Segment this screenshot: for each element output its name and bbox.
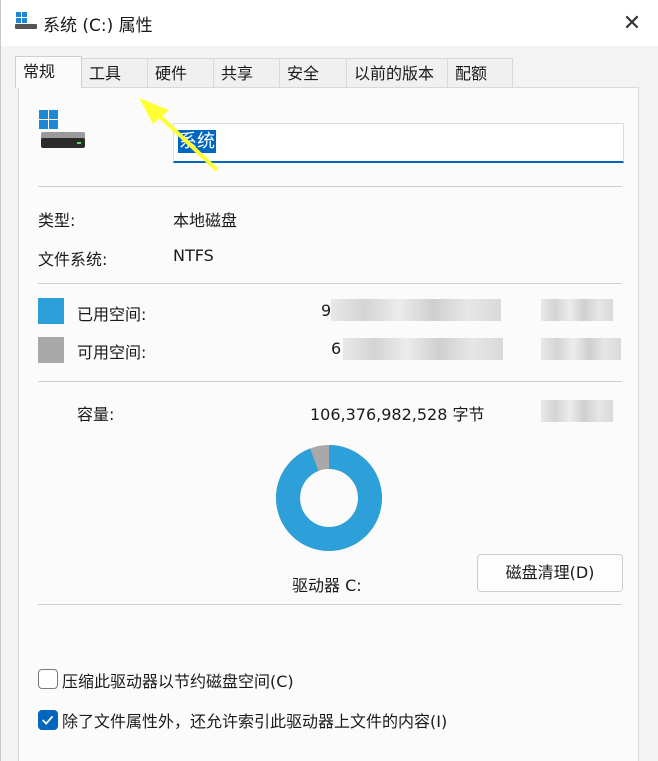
tab-hardware[interactable]: 硬件 (147, 58, 214, 88)
separator (38, 186, 622, 187)
properties-window: 系统 (C:) 属性 ✕ 常规 工具 硬件 共享 安全 以前的版本 配额 系统 … (0, 0, 658, 761)
redacted-used-bytes (331, 299, 501, 321)
tab-general[interactable]: 常规 (15, 56, 82, 88)
close-icon: ✕ (622, 10, 642, 36)
checkmark-icon (41, 715, 54, 725)
filesystem-value: NTFS (173, 246, 214, 265)
used-space-value: 9 (321, 301, 332, 320)
index-checkbox[interactable] (38, 710, 58, 730)
capacity-label: 容量: (77, 405, 115, 424)
general-tab-panel: 系统 类型: 本地磁盘 文件系统: NTFS 已用空间: 9 可用空间: 6 容… (18, 87, 639, 761)
redacted-used-size (541, 299, 613, 321)
type-value: 本地磁盘 (173, 211, 238, 230)
tab-quota[interactable]: 配额 (447, 58, 513, 88)
title-bar[interactable]: 系统 (C:) 属性 ✕ (1, 0, 658, 46)
free-space-swatch (38, 337, 64, 363)
redacted-free-size (541, 338, 621, 360)
tab-previous-versions[interactable]: 以前的版本 (346, 58, 448, 88)
drive-letter-label: 驱动器 C: (292, 576, 362, 595)
hard-drive-icon (39, 110, 85, 148)
window-title: 系统 (C:) 属性 (43, 16, 153, 36)
disk-usage-donut (276, 445, 382, 551)
free-space-label: 可用空间: (77, 343, 147, 362)
tab-security[interactable]: 安全 (279, 58, 347, 88)
separator (38, 604, 622, 605)
disk-cleanup-button[interactable]: 磁盘清理(D) (477, 554, 623, 592)
tab-sharing[interactable]: 共享 (213, 58, 280, 88)
type-label: 类型: (38, 211, 76, 230)
drive-name-selection: 系统 (178, 130, 216, 153)
tab-tools[interactable]: 工具 (81, 58, 148, 88)
compress-checkbox[interactable] (38, 669, 58, 689)
free-space-value: 6 (331, 339, 342, 358)
used-space-ring (276, 445, 382, 551)
redacted-capacity-size (541, 400, 613, 422)
drive-name-input[interactable]: 系统 (173, 123, 624, 163)
redacted-free-bytes (343, 338, 503, 360)
close-button[interactable]: ✕ (606, 0, 658, 46)
index-label[interactable]: 除了文件属性外，还允许索引此驱动器上文件的内容(I) (62, 708, 447, 732)
used-space-label: 已用空间: (77, 305, 147, 324)
separator (38, 283, 622, 284)
filesystem-label: 文件系统: (38, 250, 108, 269)
windows-drive-icon (15, 12, 37, 29)
separator (38, 381, 622, 382)
used-space-swatch (38, 298, 64, 324)
compress-label[interactable]: 压缩此驱动器以节约磁盘空间(C) (62, 668, 294, 692)
capacity-value: 106,376,982,528 字节 (310, 405, 485, 424)
